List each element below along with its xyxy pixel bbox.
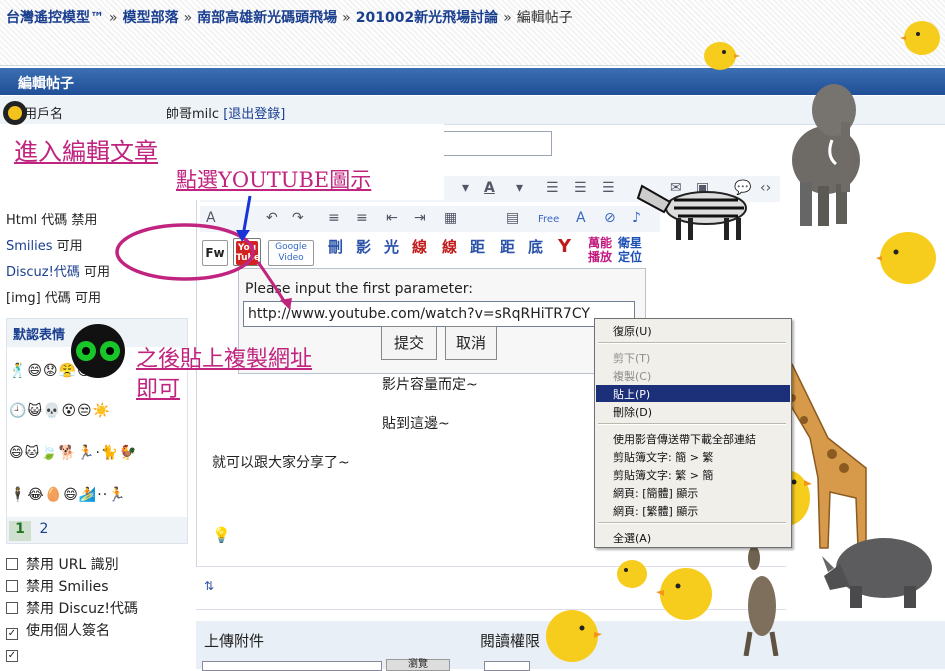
highlight-oval [115, 223, 255, 281]
sunflower-icon [3, 101, 27, 125]
menu-item-page-simplified[interactable]: 網頁: [簡體] 顯示 [596, 484, 790, 501]
arrow-pink [256, 261, 288, 305]
menu-item-cut[interactable]: 剪下(T) [596, 349, 790, 366]
menu-item-copy[interactable]: 複製(C) [596, 367, 790, 384]
menu-item-page-traditional[interactable]: 網頁: [繁體] 顯示 [596, 502, 790, 519]
menu-item-delete[interactable]: 刪除(D) [596, 403, 790, 420]
chick-icon [876, 232, 936, 284]
owl-eyes-icon [71, 324, 125, 378]
chick-icon [656, 568, 712, 620]
chick-icon [704, 42, 740, 70]
menu-item-clip-s2t[interactable]: 剪貼簿文字: 簡 > 繁 [596, 448, 790, 465]
menu-item-clip-t2s[interactable]: 剪貼簿文字: 繁 > 簡 [596, 466, 790, 483]
arrow-pink-head [280, 298, 292, 310]
kangaroo-icon [743, 546, 779, 656]
chick-icon [900, 21, 940, 55]
menu-item-paste[interactable]: 貼上(P) [596, 385, 790, 402]
menu-item-select-all[interactable]: 全選(A) [596, 529, 790, 546]
chick-icon [546, 610, 602, 662]
menu-item-undo[interactable]: 復原(U) [596, 322, 790, 339]
menu-separator [598, 423, 786, 425]
elephant-icon [792, 84, 860, 226]
zebra-icon [636, 184, 747, 240]
rhino-icon [822, 538, 932, 608]
chick-icon [617, 560, 647, 588]
menu-item-download-links[interactable]: 使用影音傳送帶下載全部連結 [596, 430, 790, 447]
context-menu: 復原(U) 剪下(T) 複製(C) 貼上(P) 刪除(D) 使用影音傳送帶下載全… [594, 318, 792, 548]
menu-separator [598, 522, 786, 524]
menu-separator [598, 342, 786, 344]
